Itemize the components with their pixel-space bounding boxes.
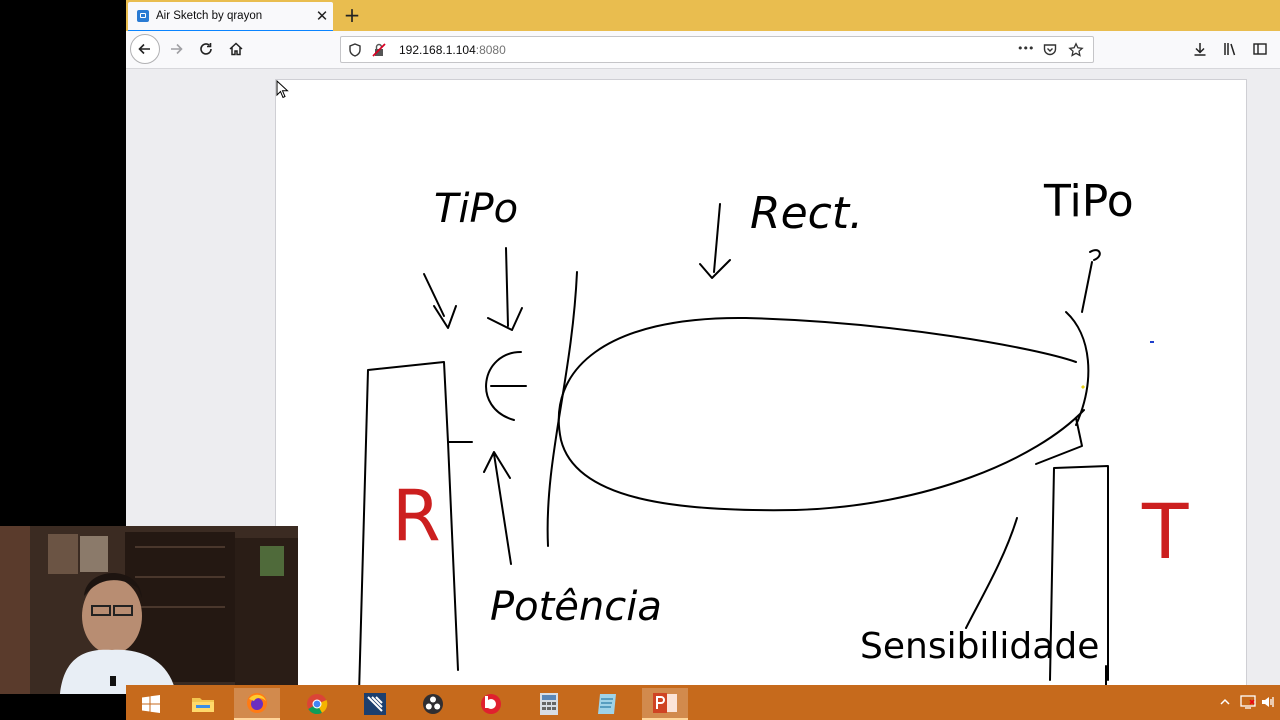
yellow-dot xyxy=(1080,384,1086,390)
tipo-right-stem xyxy=(1081,261,1093,313)
air-sketch-favicon-icon xyxy=(137,10,149,22)
home-icon xyxy=(229,42,243,56)
firefox-icon xyxy=(247,693,267,713)
forward-button[interactable] xyxy=(162,35,190,63)
tipo-right-mark xyxy=(1089,249,1101,261)
divider-line-left xyxy=(546,271,578,547)
notepad-icon xyxy=(598,694,616,714)
webcam-overlay xyxy=(0,526,298,694)
taskbar-obs[interactable] xyxy=(410,688,456,720)
airship-nose xyxy=(1065,311,1090,426)
page-actions-more-icon[interactable]: ••• xyxy=(1017,42,1034,55)
label-potencia: Potência xyxy=(490,584,662,630)
library-button[interactable] xyxy=(1216,35,1244,63)
taskbar-firefox[interactable] xyxy=(234,688,280,720)
new-tab-button[interactable]: + xyxy=(342,4,362,26)
taskbar-calculator[interactable] xyxy=(526,688,572,720)
left-pillar-right xyxy=(447,441,459,671)
tray-network-icon[interactable] xyxy=(1240,694,1256,710)
taskbar-beats[interactable] xyxy=(468,688,514,720)
taskbar-notepad[interactable] xyxy=(584,688,630,720)
taskbar-file-explorer[interactable] xyxy=(180,688,226,720)
label-sensibilidade: Sensibilidade xyxy=(860,626,1099,667)
sidebar-button[interactable] xyxy=(1246,35,1274,63)
pocket-icon[interactable] xyxy=(1042,42,1058,58)
tab-air-sketch[interactable]: Air Sketch by qrayon ✕ xyxy=(128,2,333,31)
arrow-4 xyxy=(699,203,731,279)
arrow-1 xyxy=(423,273,457,329)
close-tab-icon[interactable]: ✕ xyxy=(314,7,330,25)
downloads-button[interactable] xyxy=(1186,35,1214,63)
airship-outline xyxy=(557,316,1085,512)
powerpoint-icon xyxy=(653,693,677,713)
arrow-3 xyxy=(483,451,512,565)
label-tipo-right: TiPo xyxy=(1043,176,1134,227)
windows-start-button[interactable] xyxy=(128,688,174,720)
shield-icon[interactable] xyxy=(347,42,363,58)
browser-window: Air Sketch by qrayon ✕ + 192.168.1.104:8… xyxy=(126,0,1280,701)
download-icon xyxy=(1194,43,1206,56)
back-button[interactable] xyxy=(130,34,160,64)
bookmark-star-icon[interactable] xyxy=(1068,42,1084,58)
forward-arrow-icon xyxy=(171,43,183,55)
windows-taskbar xyxy=(126,685,1280,720)
library-icon xyxy=(1224,43,1236,56)
chrome-icon xyxy=(307,694,328,715)
video-editor-icon xyxy=(364,693,386,715)
address-bar[interactable]: 192.168.1.104:8080 ••• xyxy=(340,36,1094,63)
sensitivity-line xyxy=(965,517,1018,629)
navigation-toolbar: 192.168.1.104:8080 ••• xyxy=(126,31,1280,69)
file-explorer-icon xyxy=(192,698,214,712)
calculator-icon xyxy=(540,693,558,715)
label-r-mark: R xyxy=(392,475,441,557)
url-port: :8080 xyxy=(475,43,506,57)
taskbar-video-editor[interactable] xyxy=(352,688,398,720)
sketch-canvas[interactable]: TiPo Rect. TiPo Potência Sensibilidade R… xyxy=(275,79,1247,701)
back-arrow-icon xyxy=(138,43,150,55)
mouse-pointer-icon xyxy=(276,80,289,99)
label-rect: Rect. xyxy=(750,188,863,239)
reload-icon xyxy=(200,43,212,55)
label-tipo-left: TiPo xyxy=(434,186,518,232)
tab-title: Air Sketch by qrayon xyxy=(156,10,263,22)
obs-icon xyxy=(423,694,443,714)
sidebar-icon xyxy=(1253,43,1267,55)
e-shape xyxy=(485,351,527,421)
tray-chevron-up-icon[interactable] xyxy=(1220,697,1230,707)
url-text: 192.168.1.104:8080 xyxy=(399,43,506,57)
home-button[interactable] xyxy=(222,35,250,63)
url-host: 192.168.1.104 xyxy=(399,43,476,57)
label-t-mark: T xyxy=(1141,487,1189,576)
system-tray xyxy=(1210,685,1280,720)
windows-start-icon xyxy=(142,695,160,713)
beats-icon xyxy=(481,694,501,714)
page-content: TiPo Rect. TiPo Potência Sensibilidade R… xyxy=(126,69,1280,701)
sketch-drawing[interactable]: TiPo Rect. TiPo Potência Sensibilidade R… xyxy=(276,80,1246,686)
reload-button[interactable] xyxy=(192,35,220,63)
taskbar-chrome[interactable] xyxy=(294,688,340,720)
presenter-video-image xyxy=(0,526,298,694)
tray-volume-icon[interactable] xyxy=(1260,694,1276,710)
arrow-2 xyxy=(487,247,523,331)
insecure-lock-icon[interactable] xyxy=(371,42,387,58)
tab-strip: Air Sketch by qrayon ✕ + xyxy=(126,0,1280,31)
taskbar-powerpoint[interactable] xyxy=(642,688,688,720)
